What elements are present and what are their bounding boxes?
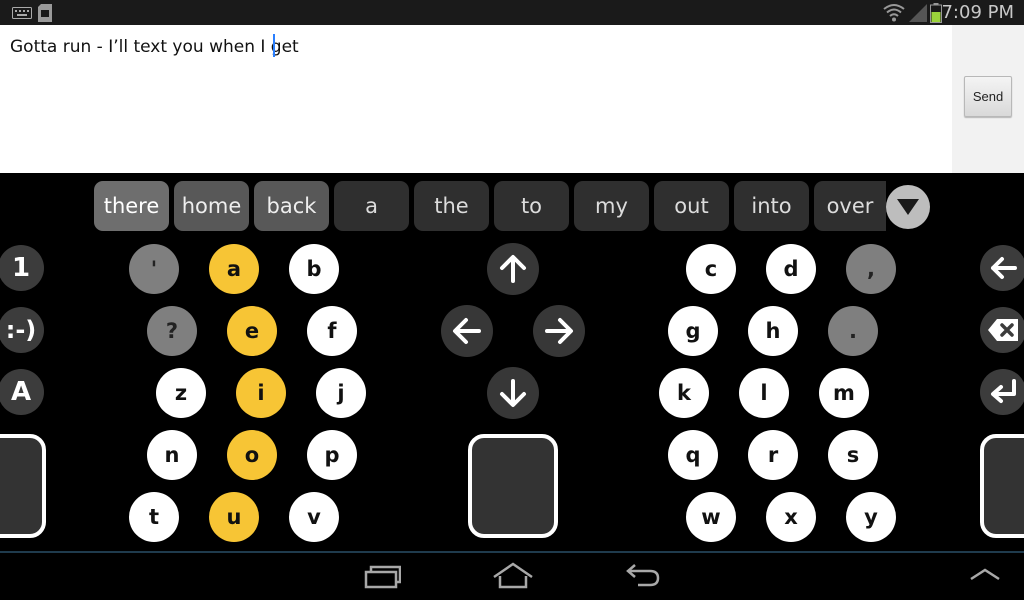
- right-pad[interactable]: [980, 434, 1024, 538]
- home-icon[interactable]: [492, 561, 534, 591]
- key-c[interactable]: c: [686, 244, 736, 294]
- triangle-down-icon: [897, 199, 919, 215]
- enter-key[interactable]: [980, 369, 1024, 415]
- enter-icon: [991, 379, 1016, 403]
- numbers-key[interactable]: 1: [0, 245, 44, 291]
- recent-apps-icon[interactable]: [363, 561, 401, 591]
- status-time: 7:09 PM: [941, 2, 1014, 23]
- down-arrow-icon: [500, 379, 526, 407]
- key-r[interactable]: r: [748, 430, 798, 480]
- key-v[interactable]: v: [289, 492, 339, 542]
- expand-up-icon[interactable]: [968, 561, 1002, 585]
- suggestion-7[interactable]: out: [654, 181, 729, 231]
- key-b[interactable]: b: [289, 244, 339, 294]
- status-bar: 7:09 PM: [0, 0, 1024, 25]
- key-j[interactable]: j: [316, 368, 366, 418]
- emoticon-key[interactable]: :-): [0, 307, 44, 353]
- key-apostrophe[interactable]: ': [129, 244, 179, 294]
- arrow-down-key[interactable]: [487, 367, 539, 419]
- key-n[interactable]: n: [147, 430, 197, 480]
- key-g[interactable]: g: [668, 306, 718, 356]
- key-m[interactable]: m: [819, 368, 869, 418]
- backspace-arrow-icon: [991, 257, 1017, 279]
- arrow-left-key[interactable]: [441, 305, 493, 357]
- suggestion-8[interactable]: into: [734, 181, 809, 231]
- key-period[interactable]: .: [828, 306, 878, 356]
- key-d[interactable]: d: [766, 244, 816, 294]
- suggestion-6[interactable]: my: [574, 181, 649, 231]
- key-u[interactable]: u: [209, 492, 259, 542]
- left-pad[interactable]: [0, 434, 46, 538]
- suggestion-2[interactable]: back: [254, 181, 329, 231]
- suggestion-3[interactable]: a: [334, 181, 409, 231]
- key-a[interactable]: a: [209, 244, 259, 294]
- key-t[interactable]: t: [129, 492, 179, 542]
- key-w[interactable]: w: [686, 492, 736, 542]
- message-text: Gotta run - I’ll text you when I get: [10, 37, 299, 57]
- message-input[interactable]: Gotta run - I’ll text you when I get: [0, 25, 952, 173]
- key-x[interactable]: x: [766, 492, 816, 542]
- key-l[interactable]: l: [739, 368, 789, 418]
- wifi-icon: [883, 4, 905, 22]
- key-y[interactable]: y: [846, 492, 896, 542]
- key-h[interactable]: h: [748, 306, 798, 356]
- left-arrow-icon: [453, 318, 481, 344]
- suggestion-1[interactable]: home: [174, 181, 249, 231]
- key-comma[interactable]: ,: [846, 244, 896, 294]
- arrow-right-key[interactable]: [533, 305, 585, 357]
- suggestion-4[interactable]: the: [414, 181, 489, 231]
- arrow-up-key[interactable]: [487, 243, 539, 295]
- signal-icon: [909, 4, 927, 22]
- backspace-arrow-key[interactable]: [980, 245, 1024, 291]
- key-o[interactable]: o: [227, 430, 277, 480]
- key-e[interactable]: e: [227, 306, 277, 356]
- suggestion-0[interactable]: there: [94, 181, 169, 231]
- right-arrow-icon: [545, 318, 573, 344]
- delete-key[interactable]: [980, 307, 1024, 353]
- key-q[interactable]: q: [668, 430, 718, 480]
- key-z[interactable]: z: [156, 368, 206, 418]
- text-cursor: [273, 34, 275, 57]
- key-p[interactable]: p: [307, 430, 357, 480]
- key-f[interactable]: f: [307, 306, 357, 356]
- keyboard-icon: [12, 7, 32, 19]
- up-arrow-icon: [500, 255, 526, 283]
- key-question[interactable]: ?: [147, 306, 197, 356]
- sd-card-icon: [38, 4, 52, 22]
- center-pad[interactable]: [468, 434, 558, 538]
- suggestion-9[interactable]: over: [814, 181, 886, 231]
- send-button[interactable]: Send: [964, 76, 1012, 117]
- back-icon[interactable]: [624, 561, 662, 591]
- key-s[interactable]: s: [828, 430, 878, 480]
- delete-icon: [988, 319, 1018, 341]
- suggestion-5[interactable]: to: [494, 181, 569, 231]
- shift-key[interactable]: A: [0, 369, 44, 415]
- battery-icon: [930, 3, 942, 23]
- key-i[interactable]: i: [236, 368, 286, 418]
- suggestion-expand-button[interactable]: [886, 185, 930, 229]
- key-k[interactable]: k: [659, 368, 709, 418]
